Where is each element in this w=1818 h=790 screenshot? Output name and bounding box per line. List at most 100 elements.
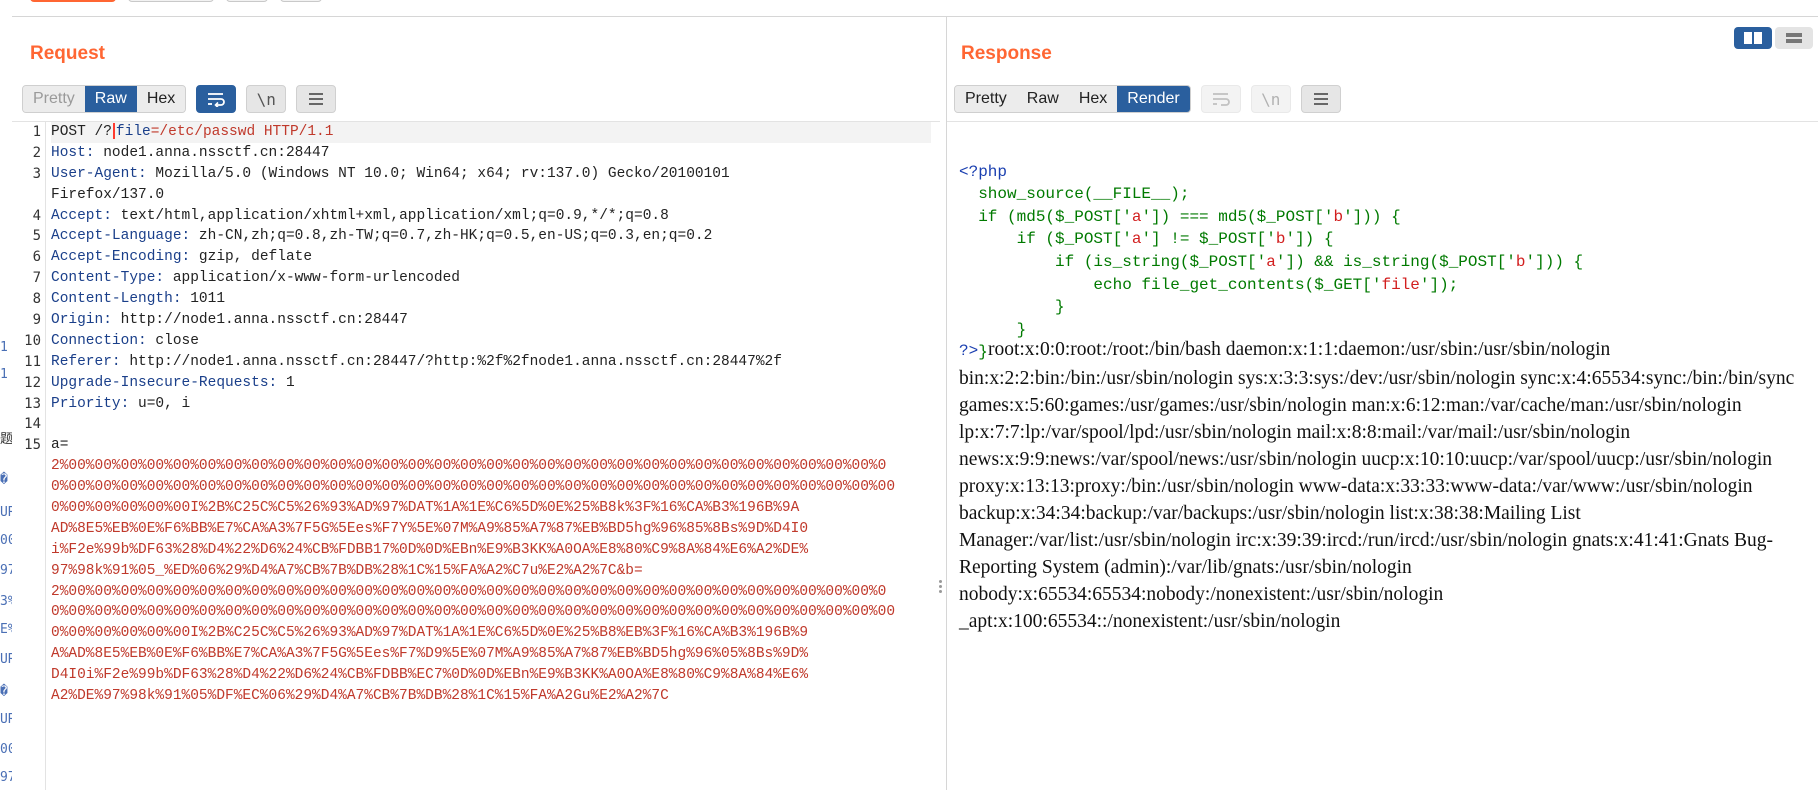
line-number: 2 <box>32 144 41 161</box>
word-wrap-toggle[interactable] <box>1200 85 1241 113</box>
line-number: 12 <box>24 374 41 391</box>
text-cursor <box>112 123 115 140</box>
newline-icon: \n <box>1261 89 1281 109</box>
edge-fragment: 97 <box>0 563 12 578</box>
edge-fragment: 00 <box>0 533 12 548</box>
cancel-button[interactable] <box>128 0 214 2</box>
line-number: 5 <box>32 228 41 245</box>
response-render-view[interactable]: <?php show_source(__FILE__); if (md5($_P… <box>947 121 1818 790</box>
top-toolbar-strip <box>0 0 1818 17</box>
newline-icon: \n <box>256 89 276 109</box>
header-line: Accept-Language: zh-CN,zh;q=0.8,zh-TW;q=… <box>51 228 713 245</box>
edge-fragment: 1 <box>0 340 8 355</box>
edge-fragment: � <box>0 684 8 699</box>
body-line: D4I0i%F2e%99b%DF63%28%D4%22%D6%24%CB%FDB… <box>51 667 809 684</box>
header-line: Priority: u=0, i <box>51 395 191 412</box>
body-line: 2%00%00%00%00%00%00%00%00%00%00%00%00%00… <box>51 458 887 475</box>
php-line: } <box>1055 298 1065 317</box>
show-newlines-toggle[interactable]: \n <box>246 85 287 113</box>
request-line: POST /? file=/etc/passwd HTTP/1.1 <box>51 122 931 143</box>
passwd-output: ?> root:x:0:0:root:/root:/bin/bash daemo… <box>959 336 1818 635</box>
request-view-tabs: Pretty Raw Hex <box>22 85 187 113</box>
history-back-button[interactable] <box>226 0 268 2</box>
line-number: 8 <box>32 291 41 308</box>
line-number: 6 <box>32 249 41 266</box>
pane-resize-handle[interactable] <box>937 578 943 600</box>
body-line: 0%00%00%00%00%00I%2B%C25C%C5%26%93%AD%97… <box>51 625 809 642</box>
line-number-gutter: 1 2 3 4 5 6 7 8 9 10 11 12 13 14 15 <box>12 122 46 790</box>
php-line: if (md5($_POST['a']) === md5($_POST['b']… <box>978 207 1401 226</box>
line-number: 4 <box>32 207 41 224</box>
tab-render[interactable]: Render <box>1117 86 1190 112</box>
php-line: if ($_POST['a'] != $_POST['b']) { <box>1016 230 1334 249</box>
header-line: Content-Length: 1011 <box>51 291 226 308</box>
show-newlines-toggle[interactable]: \n <box>1250 85 1291 113</box>
header-line: Accept: text/html,application/xhtml+xml,… <box>51 207 669 224</box>
word-wrap-toggle[interactable] <box>196 85 237 113</box>
wrap-icon <box>208 93 226 107</box>
tab-raw[interactable]: Raw <box>1016 86 1069 112</box>
php-open-tag: <?php <box>959 162 1008 181</box>
request-toolbar: Pretty Raw Hex \n <box>22 84 337 114</box>
edge-fragment: 3% <box>0 594 12 609</box>
header-line-continued: Firefox/137.0 <box>51 186 165 203</box>
php-line: echo file_get_contents($_GET['file']); <box>1093 275 1459 294</box>
php-line: if (is_string($_POST['a']) && is_string(… <box>1055 252 1584 271</box>
line-number: 1 <box>32 124 41 140</box>
edge-fragment: E% <box>0 622 12 637</box>
edge-fragment: UR <box>0 505 12 520</box>
line-number: 11 <box>24 353 41 370</box>
response-view-tabs: Pretty Raw Hex Render <box>954 85 1191 113</box>
body-line: 2%00%00%00%00%00%00%00%00%00%00%00%00%00… <box>51 583 887 600</box>
header-line: Upgrade-Insecure-Requests: 1 <box>51 374 295 391</box>
request-editor[interactable]: 1 2 3 4 5 6 7 8 9 10 11 12 13 14 15 POST… <box>12 121 940 790</box>
history-forward-button[interactable] <box>280 0 322 2</box>
php-line: show_source(__FILE__); <box>978 185 1190 204</box>
line-number: 9 <box>32 312 41 329</box>
line-number: 7 <box>32 270 41 287</box>
header-line: User-Agent: Mozilla/5.0 (Windows NT 10.0… <box>51 165 730 182</box>
header-line: Content-Type: application/x-www-form-url… <box>51 270 460 287</box>
body-line: A2%DE%97%98k%91%05%DF%EC%06%29%D4%A7%CB%… <box>51 688 669 705</box>
tab-pretty[interactable]: Pretty <box>23 86 85 112</box>
response-title: Response <box>961 43 1052 64</box>
edge-fragment: 1 <box>0 367 8 382</box>
line-number: 3 <box>32 165 41 182</box>
line-number: 14 <box>24 416 41 433</box>
header-line: Connection: close <box>51 332 199 349</box>
edge-fragment: � <box>0 472 8 487</box>
body-line: 0%00%00%00%00%00%00%00%00%00%00%00%00%00… <box>51 479 896 496</box>
tab-hex[interactable]: Hex <box>1068 86 1118 112</box>
request-text[interactable]: POST /? file=/etc/passwd HTTP/1.1 Host: n… <box>51 122 940 707</box>
edge-fragment: 00 <box>0 742 12 757</box>
body-line: AD%8E5%EB%0E%F6%BB%E7%CA%A3%7F5G%5Ees%F7… <box>51 520 809 537</box>
passwd-text: root:x:0:0:root:/root:/bin/bash daemon:x… <box>959 339 1795 632</box>
body-line: i%F2e%99b%DF63%28%D4%22%D6%24%CB%FDBB17%… <box>51 541 809 558</box>
send-button[interactable] <box>30 0 116 2</box>
menu-icon <box>1313 93 1328 105</box>
header-line: Host: node1.anna.nssctf.cn:28447 <box>51 144 330 161</box>
tab-raw[interactable]: Raw <box>84 86 137 112</box>
request-pane: Request Pretty Raw Hex \n 1 2 3 4 5 6 7 … <box>12 17 940 790</box>
body-line: A%AD%8E5%EB%0E%F6%BB%E7%CA%A3%7F5G%5Ees%… <box>51 646 809 663</box>
body-line: 0%00%00%00%00%00I%2B%C25C%C5%26%93%AD%97… <box>51 500 800 517</box>
response-toolbar: Pretty Raw Hex Render \n <box>954 84 1341 114</box>
line-number <box>12 185 45 206</box>
header-line: Origin: http://node1.anna.nssctf.cn:2844… <box>51 312 408 329</box>
wrap-icon <box>1212 93 1230 106</box>
request-menu-button[interactable] <box>296 85 337 113</box>
response-pane: Response Pretty Raw Hex Render \n <?php … <box>946 17 1818 790</box>
body-line: 0%00%00%00%00%00%00%00%00%00%00%00%00%00… <box>51 604 896 621</box>
line-number: 15 <box>24 437 41 454</box>
edge-fragment: UR <box>0 712 12 727</box>
edge-fragment: 题 <box>0 432 12 447</box>
edge-fragment: 97 <box>0 770 12 785</box>
edge-fragment: UR <box>0 652 12 667</box>
body-line: 97%98k%91%05_%ED%06%29%D4%A7%CB%7B%DB%28… <box>51 562 643 579</box>
header-line: Referer: http://node1.anna.nssctf.cn:284… <box>51 353 782 370</box>
tab-pretty[interactable]: Pretty <box>955 86 1017 112</box>
header-line: Accept-Encoding: gzip, deflate <box>51 249 313 266</box>
tab-hex[interactable]: Hex <box>136 86 186 112</box>
response-menu-button[interactable] <box>1300 85 1341 113</box>
